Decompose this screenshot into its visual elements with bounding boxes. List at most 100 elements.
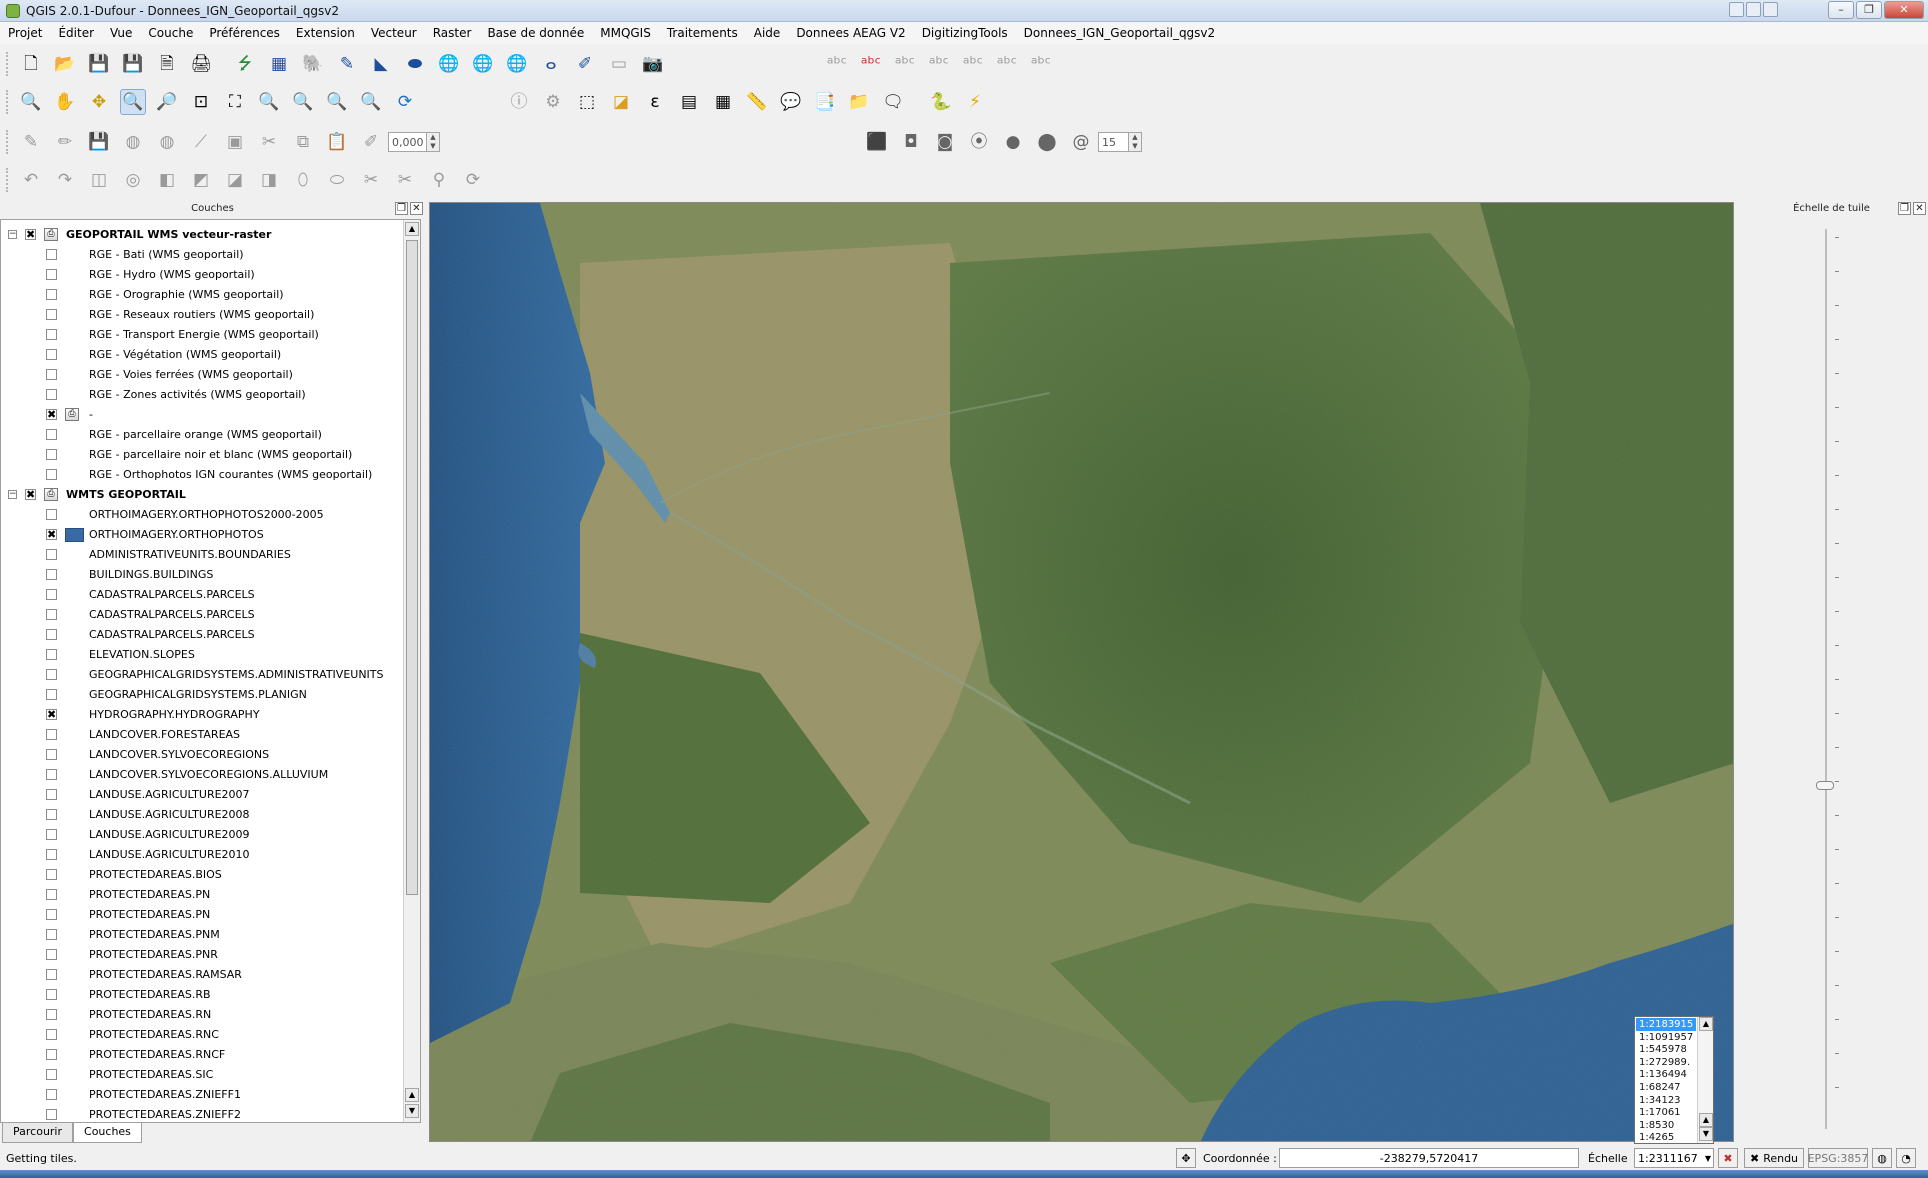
add-postgis-layer-icon[interactable]: 🐘 <box>300 51 326 77</box>
layer-item[interactable]: PROTECTEDAREAS.RNC <box>1 1025 401 1045</box>
measure-line-icon[interactable]: 📏 <box>744 89 770 115</box>
layer-checkbox[interactable]: ✖ <box>46 409 57 420</box>
layer-checkbox[interactable] <box>46 569 57 580</box>
layer-checkbox[interactable] <box>46 429 57 440</box>
render-toggle[interactable]: ✖ Rendu <box>1744 1148 1804 1168</box>
scale-option[interactable]: 1:2183915 <box>1636 1018 1696 1031</box>
split-features-icon[interactable]: ✂ <box>358 167 384 193</box>
layer-item[interactable]: PROTECTEDAREAS.RN <box>1 1005 401 1025</box>
layer-checkbox[interactable] <box>46 289 57 300</box>
pin-labels-icon[interactable]: ᵃᵇᶜ <box>892 51 918 77</box>
tab-parcourir[interactable]: Parcourir <box>2 1123 74 1143</box>
layer-checkbox[interactable] <box>46 789 57 800</box>
messages-icon[interactable]: ◔ <box>1896 1148 1916 1168</box>
layer-group[interactable]: − ✖ ⎙ WMTS GEOPORTAIL <box>1 485 401 505</box>
layer-item[interactable]: ADMINISTRATIVEUNITS.BOUNDARIES <box>1 545 401 565</box>
zoom-next-icon[interactable]: 🔍 <box>358 89 384 115</box>
layer-item[interactable]: RGE - Orthophotos IGN courantes (WMS geo… <box>1 465 401 485</box>
layer-checkbox[interactable] <box>46 369 57 380</box>
layer-checkbox[interactable] <box>46 1109 57 1120</box>
scale-option[interactable]: 1:8530 <box>1636 1119 1696 1132</box>
collapse-icon[interactable]: − <box>8 230 17 239</box>
add-oracle-layer-icon[interactable]: ⬬ <box>402 51 428 77</box>
layer-checkbox[interactable] <box>46 1029 57 1040</box>
scroll-down-icon[interactable]: ▼ <box>405 1104 419 1118</box>
layer-item[interactable]: CADASTRALPARCELS.PARCELS <box>1 605 401 625</box>
render-checkbox-icon[interactable]: ✖ <box>1750 1152 1759 1165</box>
layer-checkbox[interactable] <box>46 889 57 900</box>
layer-checkbox[interactable] <box>46 749 57 760</box>
layer-item[interactable]: LANDCOVER.FORESTAREAS <box>1 725 401 745</box>
attribute-table-icon[interactable]: ▤ <box>676 89 702 115</box>
layer-item[interactable]: RGE - parcellaire orange (WMS geoportail… <box>1 425 401 445</box>
collapse-icon[interactable]: − <box>8 490 17 499</box>
delete-part-icon[interactable]: ◨ <box>256 167 282 193</box>
menu-item[interactable]: Donnees_IGN_Geoportail_qgsv2 <box>1016 22 1224 44</box>
menu-item[interactable]: Vue <box>102 22 140 44</box>
layer-item[interactable]: RGE - Hydro (WMS geoportail) <box>1 265 401 285</box>
scroll-up-icon[interactable]: ▲ <box>1699 1113 1713 1127</box>
layer-item[interactable]: ✖ ⎙ - <box>1 405 401 425</box>
new-project-icon[interactable]: 🗋 <box>18 51 44 77</box>
add-part-icon[interactable]: ◧ <box>154 167 180 193</box>
layer-checkbox[interactable] <box>46 1009 57 1020</box>
menu-item[interactable]: Extension <box>288 22 363 44</box>
text-annotation-icon[interactable]: 🗨 <box>880 89 906 115</box>
stop-render-icon[interactable]: ✖ <box>1718 1148 1738 1168</box>
cut-features-icon[interactable]: ✂ <box>256 129 282 155</box>
tile-scale-slider-handle[interactable] <box>1816 781 1834 790</box>
map-canvas[interactable] <box>429 202 1734 1142</box>
refresh-icon[interactable]: ⟳ <box>392 89 418 115</box>
chevron-down-icon[interactable]: ▼ <box>1705 1154 1711 1163</box>
ellipse-shape-icon[interactable]: ⬤ <box>1034 129 1060 155</box>
merge-features-icon[interactable]: ⚲ <box>426 167 452 193</box>
menu-item[interactable]: Base de donnée <box>479 22 592 44</box>
tab-couches[interactable]: Couches <box>73 1123 142 1143</box>
paste-features-icon[interactable]: 📋 <box>324 129 350 155</box>
copy-features-icon[interactable]: ⧉ <box>290 129 316 155</box>
show-bookmarks-icon[interactable]: 📁 <box>846 89 872 115</box>
square-center-icon[interactable]: ◙ <box>932 129 958 155</box>
layer-checkbox[interactable] <box>46 949 57 960</box>
layer-item[interactable]: ✖ HYDROGRAPHY.HYDROGRAPHY <box>1 705 401 725</box>
layer-checkbox[interactable] <box>46 349 57 360</box>
segments-spinbox[interactable]: 15 ▲ ▼ <box>1098 132 1142 152</box>
layer-item[interactable]: PROTECTEDAREAS.PN <box>1 905 401 925</box>
zoom-last-icon[interactable]: 🔍 <box>324 89 350 115</box>
layer-checkbox[interactable] <box>46 649 57 660</box>
layer-item[interactable]: PROTECTEDAREAS.RNCF <box>1 1045 401 1065</box>
zoom-in-icon[interactable]: 🔍 <box>120 89 146 115</box>
layer-checkbox[interactable] <box>46 1089 57 1100</box>
run-action-icon[interactable]: ⚙ <box>540 89 566 115</box>
open-project-icon[interactable]: 📂 <box>52 51 78 77</box>
layer-item[interactable]: RGE - parcellaire noir et blanc (WMS geo… <box>1 445 401 465</box>
minimize-button[interactable]: – <box>1828 1 1854 19</box>
add-raster-layer-icon[interactable]: ▦ <box>266 51 292 77</box>
python-console-icon[interactable]: 🐍 <box>928 89 954 115</box>
layer-checkbox[interactable] <box>46 989 57 1000</box>
identify-icon[interactable]: ⓘ <box>506 89 532 115</box>
coordinate-field[interactable]: -238279,5720417 <box>1279 1148 1579 1168</box>
fill-ring-icon[interactable]: ◩ <box>188 167 214 193</box>
reshape-features-icon[interactable]: ⬯ <box>290 167 316 193</box>
crs-status[interactable]: EPSG:3857 <box>1808 1148 1868 1168</box>
menu-item[interactable]: DigitizingTools <box>914 22 1016 44</box>
rectangle-shape-icon[interactable]: ⬛ <box>864 129 890 155</box>
layer-checkbox[interactable] <box>46 249 57 260</box>
new-print-composer-icon[interactable]: 🗎 <box>154 51 180 77</box>
toolbar-grip[interactable] <box>6 130 10 154</box>
add-wfs-layer-icon[interactable]: 🌐 <box>504 51 530 77</box>
layer-item[interactable]: LANDCOVER.SYLVOECOREGIONS <box>1 745 401 765</box>
scroll-up-icon[interactable]: ▲ <box>405 1088 419 1102</box>
menu-item[interactable]: Préférences <box>201 22 288 44</box>
field-calculator-icon[interactable]: ε <box>642 89 668 115</box>
pin-icon[interactable] <box>1729 2 1744 17</box>
split-parts-icon[interactable]: ✂ <box>392 167 418 193</box>
layer-checkbox[interactable] <box>46 929 57 940</box>
layer-checkbox[interactable] <box>46 1049 57 1060</box>
zoom-full-icon[interactable]: ⛶ <box>222 89 248 115</box>
offset-icon[interactable]: ⬭ <box>324 167 350 193</box>
scroll-thumb[interactable] <box>406 240 418 895</box>
layer-item[interactable]: RGE - Transport Energie (WMS geoportail) <box>1 325 401 345</box>
plugin-action-icon[interactable]: ⚡ <box>962 89 988 115</box>
